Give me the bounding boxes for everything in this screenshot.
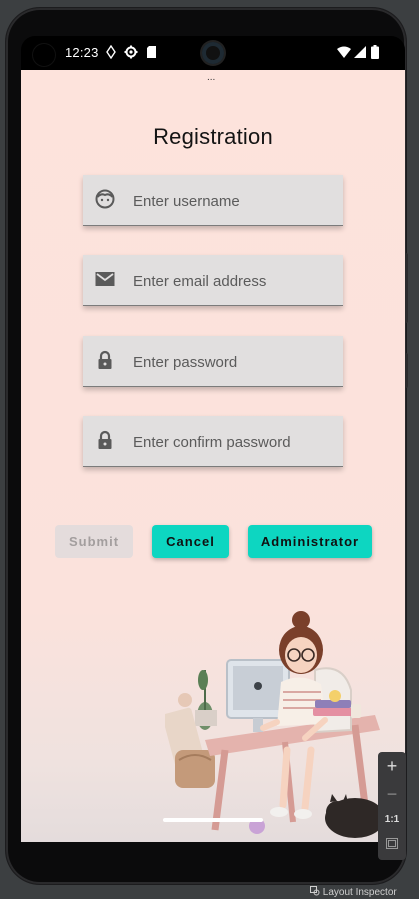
zoom-actual-size-button[interactable]: 1:1 (378, 814, 406, 825)
email-input[interactable] (131, 255, 340, 307)
device-frame: 12:23 ... Registration Enter username En… (6, 8, 408, 884)
confirm-password-field[interactable] (83, 416, 343, 468)
battery-icon (371, 45, 379, 59)
zoom-out-button[interactable]: − (378, 784, 406, 805)
username-input[interactable] (131, 175, 340, 227)
overflow-dots: ... (207, 72, 216, 83)
signal-icon (354, 46, 366, 58)
status-bar: 12:23 (21, 36, 405, 70)
phone-screen: 12:23 ... Registration Enter username En… (21, 36, 405, 842)
zoom-controls: + − 1:1 (378, 752, 406, 860)
confirm-password-input[interactable] (131, 416, 340, 468)
page-title: Registration (153, 124, 273, 149)
face-icon (95, 189, 115, 209)
lock-icon (98, 350, 112, 369)
layout-inspector-icon (310, 886, 320, 896)
location-icon (106, 45, 116, 59)
navigation-bar (21, 808, 405, 842)
submit-button[interactable]: Submit (55, 525, 133, 558)
administrator-button[interactable]: Administrator (248, 525, 372, 558)
girl-at-desk-illustration (165, 611, 385, 838)
front-camera-hole (33, 44, 55, 66)
username-field[interactable] (83, 175, 343, 227)
layout-inspector-label: Layout Inspector (322, 887, 397, 898)
status-time: 12:23 (65, 45, 99, 60)
home-gesture-pill[interactable] (163, 818, 263, 822)
camera-lens (202, 42, 224, 64)
email-field[interactable] (83, 255, 343, 307)
fit-screen-icon[interactable] (386, 838, 398, 849)
sd-card-icon (147, 46, 156, 58)
password-input[interactable] (131, 336, 340, 388)
layout-inspector-tab[interactable]: Layout Inspector (310, 886, 397, 898)
zoom-in-button[interactable]: + (378, 756, 406, 777)
password-field[interactable] (83, 336, 343, 388)
settings-icon (124, 45, 138, 59)
registration-screen: ... Registration Enter username Enter em… (21, 70, 405, 842)
mail-icon (95, 272, 115, 286)
wifi-icon (337, 46, 351, 58)
lock-icon (98, 430, 112, 449)
cancel-button[interactable]: Cancel (152, 525, 229, 558)
